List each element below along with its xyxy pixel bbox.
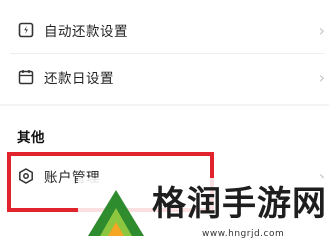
repay-day-settings-row[interactable]: 还款日设置 › <box>0 55 329 99</box>
calendar-icon <box>18 70 34 85</box>
other-section-title: 其他 <box>17 130 45 146</box>
watermark-logo-icon <box>88 190 144 236</box>
chevron-right-icon: › <box>318 67 325 87</box>
repay-day-settings-label: 还款日设置 <box>44 71 114 87</box>
auto-repay-settings-label: 自动还款设置 <box>44 24 128 40</box>
divider <box>10 53 325 54</box>
watermark-site-name: 格润手游网 <box>152 184 327 224</box>
auto-repay-settings-row[interactable]: 自动还款设置 › <box>0 8 329 52</box>
watermark-url: www.hngrjd.com <box>202 229 285 239</box>
auto-repay-icon <box>18 22 34 38</box>
chevron-right-icon: › <box>318 20 325 40</box>
repayment-settings-card: 自动还款设置 › 还款日设置 › <box>0 0 329 104</box>
